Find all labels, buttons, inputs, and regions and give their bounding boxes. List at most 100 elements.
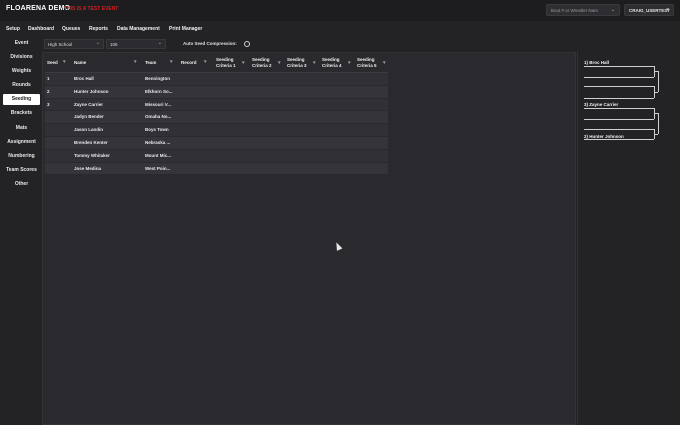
weight-select[interactable]: 106 ⌄ — [106, 39, 166, 49]
column-menu-icon[interactable]: ▾ — [134, 59, 137, 65]
column-label: Seeding Criteria 1 — [216, 57, 236, 68]
table-row[interactable]: Jadyn Bender Omaha No... — [45, 111, 388, 125]
bracket-line — [584, 66, 654, 67]
column-header-criteria-4[interactable]: Seeding Criteria 4 ▾ — [322, 57, 351, 69]
bracket-line — [584, 98, 654, 99]
top-bar: FLOARENA DEMO THIS IS A TEST EVENT Bout … — [0, 0, 680, 21]
bracket-line — [584, 139, 654, 140]
column-menu-icon[interactable]: ▾ — [313, 60, 316, 66]
seed-cell[interactable]: 1 — [47, 76, 50, 81]
column-header-team[interactable]: Team ▾ — [145, 59, 173, 66]
column-label: Name — [74, 60, 87, 65]
team-cell: Omaha No... — [145, 114, 172, 120]
name-cell: Jose Medina — [74, 165, 102, 171]
name-cell: Brenden Kenter — [74, 139, 108, 145]
column-menu-icon[interactable]: ▾ — [63, 59, 66, 65]
sidebar-item-divisions[interactable]: Divisions — [3, 52, 40, 63]
nav-item-dashboard[interactable]: Dashboard — [28, 26, 54, 32]
sidebar: Event Divisions Weights Rounds Seeding B… — [0, 37, 42, 425]
auto-seed-label: Auto Seed Compression: — [183, 41, 237, 46]
column-label: Seeding Criteria 3 — [287, 57, 307, 68]
bracket-entry: 1) Broc Hall — [584, 60, 610, 65]
column-header-criteria-5[interactable]: Seeding Criteria 5 ▾ — [357, 57, 386, 69]
column-header-criteria-3[interactable]: Seeding Criteria 3 ▾ — [287, 57, 316, 69]
column-menu-icon[interactable]: ▾ — [383, 60, 386, 66]
search-placeholder: Bout # or Wrestler Nam — [551, 8, 598, 13]
column-menu-icon[interactable]: ▾ — [204, 59, 207, 65]
column-header-record[interactable]: Record ▾ — [181, 59, 207, 66]
seed-cell[interactable]: 2 — [47, 89, 50, 94]
bracket-line — [658, 113, 659, 134]
user-name: CRAIG_USERTEST — [629, 8, 671, 13]
column-label: Seed — [47, 60, 58, 65]
column-menu-icon[interactable]: ▾ — [278, 60, 281, 66]
bracket-preview: 1) Broc Hall 3) Zayne Carrier 2) Hunter … — [577, 52, 680, 425]
table-row[interactable]: Jose Medina West Poin... — [45, 162, 388, 176]
bracket-line — [584, 108, 654, 109]
seeding-panel: Seed ▾ Name ▾ Team ▾ Record ▾ Seeding Criter… — [42, 52, 576, 425]
column-label: Seeding Criteria 2 — [252, 57, 272, 68]
sidebar-item-numbering[interactable]: Numbering — [3, 151, 40, 162]
table-row[interactable]: Tommy Whitaker Mount Mic... — [45, 149, 388, 163]
sidebar-item-seeding[interactable]: Seeding — [3, 94, 40, 105]
column-header-seed[interactable]: Seed ▾ — [47, 59, 66, 66]
chevron-down-icon: ⌄ — [610, 7, 615, 13]
bracket-line — [584, 129, 654, 130]
bracket-line — [658, 71, 659, 92]
column-header-criteria-1[interactable]: Seeding Criteria 1 ▾ — [216, 57, 245, 69]
name-cell: Jason Landin — [74, 127, 104, 133]
nav-item-setup[interactable]: Setup — [6, 26, 20, 32]
name-cell: Tommy Whitaker — [74, 152, 110, 158]
table-row[interactable]: 3 Zayne Carrier Missouri V... — [45, 98, 388, 112]
bracket-line — [584, 77, 654, 78]
bracket-line — [584, 119, 654, 120]
team-cell: Missouri V... — [145, 101, 172, 107]
bout-search-input[interactable]: Bout # or Wrestler Nam ⌄ — [546, 4, 620, 16]
seed-cell[interactable]: 3 — [47, 102, 50, 107]
table-row[interactable]: Jason Landin Boys Town — [45, 124, 388, 137]
name-cell: Hunter Johnson — [74, 88, 109, 94]
team-cell: Nebraska ... — [145, 139, 171, 145]
auto-seed-checkbox[interactable] — [244, 41, 250, 47]
team-cell: Mount Mic... — [145, 152, 171, 158]
team-cell: Elkhorn So... — [145, 88, 173, 94]
sidebar-item-brackets[interactable]: Brackets — [3, 108, 40, 119]
brand-title: FLOARENA DEMO — [6, 5, 71, 12]
nav-item-data-management[interactable]: Data Management — [117, 26, 160, 32]
column-header-criteria-2[interactable]: Seeding Criteria 2 ▾ — [252, 57, 281, 69]
sidebar-item-event[interactable]: Event — [3, 38, 40, 49]
division-select[interactable]: High School ⌄ — [44, 39, 104, 49]
chevron-down-icon: ⌄ — [95, 40, 100, 46]
column-label: Team — [145, 60, 157, 65]
sidebar-item-weights[interactable]: Weights — [3, 66, 40, 77]
table-row[interactable]: Brenden Kenter Nebraska ... — [45, 136, 388, 150]
sidebar-item-team-scores[interactable]: Team Scores — [3, 165, 40, 176]
table-header: Seed ▾ Name ▾ Team ▾ Record ▾ Seeding Criter… — [45, 55, 388, 73]
event-subtitle: THIS IS A TEST EVENT — [64, 6, 119, 12]
sidebar-item-assignment[interactable]: Assignment — [3, 137, 40, 148]
table-row[interactable]: 2 Hunter Johnson Elkhorn So... — [45, 85, 388, 99]
column-label: Record — [181, 60, 197, 65]
sidebar-item-rounds[interactable]: Rounds — [3, 80, 40, 91]
column-menu-icon[interactable]: ▾ — [348, 60, 351, 66]
nav-item-print-manager[interactable]: Print Manager — [169, 26, 202, 32]
filter-bar: High School ⌄ 106 ⌄ Auto Seed Compressio… — [42, 37, 576, 51]
division-value: High School — [48, 42, 73, 47]
column-header-name[interactable]: Name ▾ — [74, 59, 137, 66]
user-menu-button[interactable]: CRAIG_USERTEST ▾ — [624, 4, 674, 16]
column-label: Seeding Criteria 5 — [357, 57, 377, 68]
bracket-line — [655, 92, 658, 93]
sidebar-item-mats[interactable]: Mats — [3, 123, 40, 134]
name-cell: Zayne Carrier — [74, 101, 104, 107]
nav-item-reports[interactable]: Reports — [89, 26, 108, 32]
bracket-line — [584, 86, 654, 87]
column-label: Seeding Criteria 4 — [322, 57, 342, 68]
nav-item-queues[interactable]: Queues — [62, 26, 80, 32]
column-menu-icon[interactable]: ▾ — [170, 59, 173, 65]
sidebar-item-other[interactable]: Other — [3, 179, 40, 190]
column-menu-icon[interactable]: ▾ — [242, 60, 245, 66]
main-content: High School ⌄ 106 ⌄ Auto Seed Compressio… — [42, 37, 576, 425]
team-cell: West Poin... — [145, 165, 171, 171]
seeding-table: Seed ▾ Name ▾ Team ▾ Record ▾ Seeding Criter… — [45, 55, 388, 176]
table-row[interactable]: 1 Broc Hall Bennington — [45, 73, 388, 86]
